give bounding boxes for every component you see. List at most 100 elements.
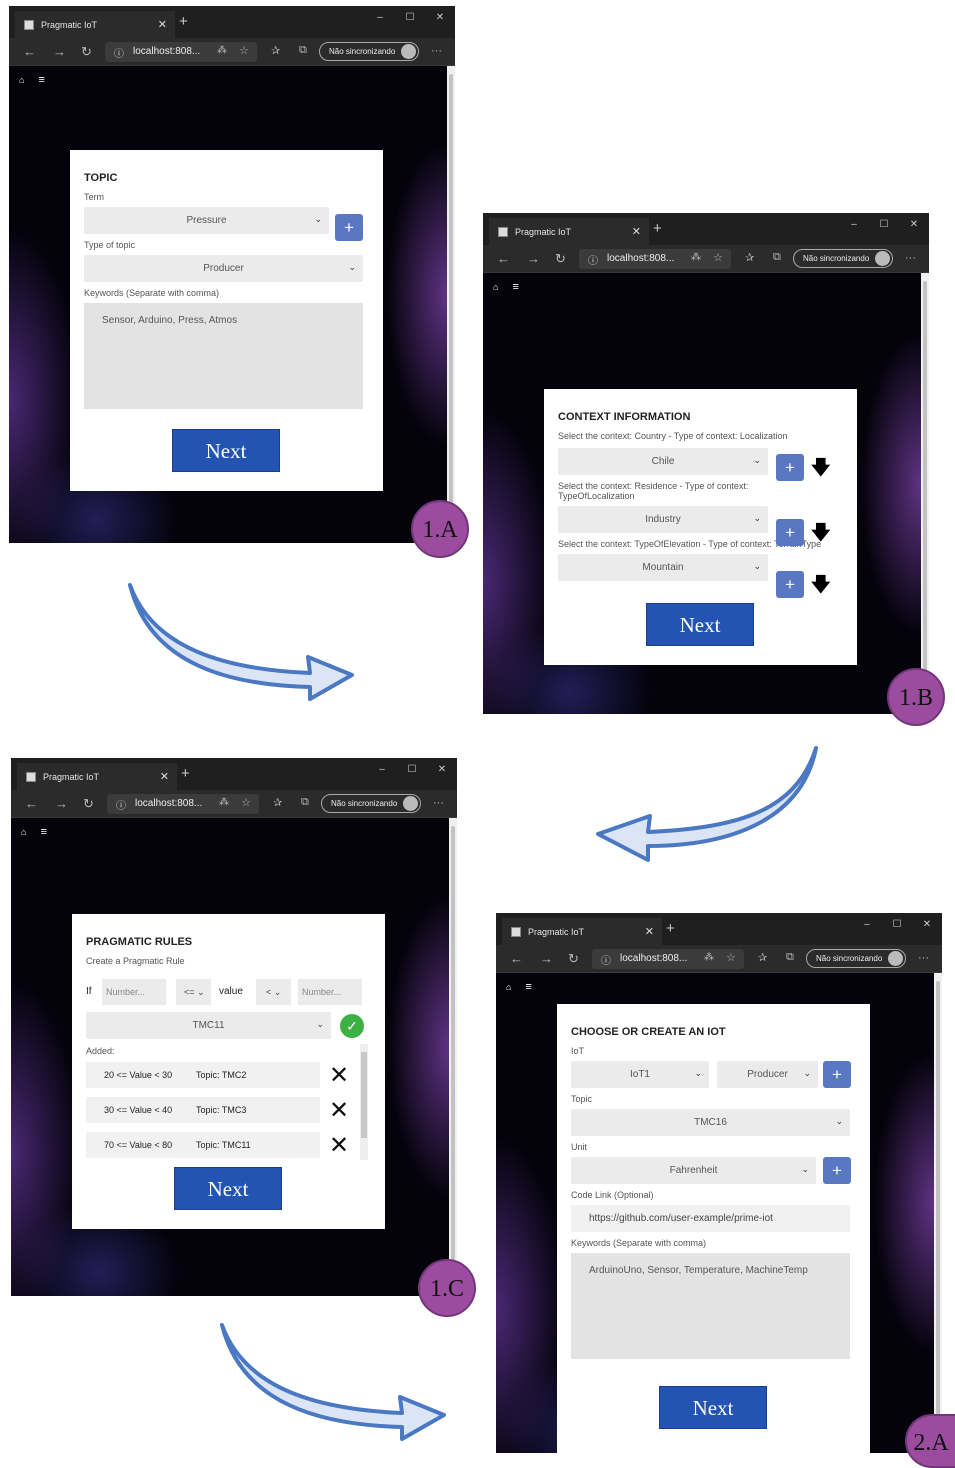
confirm-check-icon[interactable]: ✓ (340, 1014, 364, 1038)
avatar[interactable] (875, 251, 890, 266)
delete-rule-icon[interactable]: ✕ (329, 1099, 349, 1123)
back-button[interactable]: ← (23, 44, 36, 59)
more-button[interactable]: ··· (905, 252, 916, 264)
next-button[interactable]: Next (659, 1386, 767, 1429)
sync-button[interactable]: Não sincronizando (793, 249, 893, 268)
new-tab-button[interactable]: + (653, 220, 662, 237)
topic-select[interactable]: TMC16 ⌄ (571, 1109, 850, 1136)
collections-icon[interactable]: ⧉ (786, 951, 794, 964)
close-window-button[interactable]: ✕ (427, 758, 457, 782)
unit-select[interactable]: Fahrenheit ⌄ (571, 1157, 816, 1184)
operator-select-2[interactable]: < ⌄ (256, 979, 291, 1005)
back-button[interactable]: ← (510, 951, 523, 966)
home-icon[interactable]: ⌂ (21, 827, 26, 837)
close-window-button[interactable]: ✕ (912, 913, 942, 937)
back-button[interactable]: ← (25, 796, 38, 811)
favorites-icon[interactable]: ✰ (273, 796, 282, 809)
browser-tab[interactable]: Pragmatic IoT ✕ (489, 218, 649, 245)
scrollbar[interactable] (449, 818, 457, 1296)
close-tab-icon[interactable]: ✕ (645, 925, 654, 938)
number-input-1[interactable]: Number... (102, 979, 166, 1005)
sync-button[interactable]: Não sincronizando (321, 794, 421, 813)
next-button[interactable]: Next (174, 1167, 282, 1210)
forward-button[interactable]: → (540, 951, 553, 966)
delete-rule-icon[interactable]: ✕ (329, 1134, 349, 1158)
more-button[interactable]: ··· (918, 952, 929, 964)
avatar[interactable] (888, 951, 903, 966)
context-select-3[interactable]: Mountain ⌄ (558, 554, 768, 581)
address-bar[interactable]: ⓘ localhost:808... ⁂ ☆ (579, 249, 731, 269)
minimize-button[interactable]: – (367, 758, 397, 782)
menu-icon[interactable]: ≡ (525, 981, 531, 993)
read-aloud-icon[interactable]: ⁂ (691, 252, 701, 263)
add-context-button-3[interactable]: + (776, 571, 804, 598)
minimize-button[interactable]: – (365, 6, 395, 30)
home-icon[interactable]: ⌂ (19, 75, 24, 85)
new-tab-button[interactable]: + (666, 920, 675, 937)
sync-button[interactable]: Não sincronizando (319, 42, 419, 61)
refresh-button[interactable]: ↻ (568, 951, 579, 967)
star-icon[interactable]: ☆ (241, 796, 251, 809)
collections-icon[interactable]: ⧉ (299, 44, 307, 57)
star-icon[interactable]: ☆ (726, 951, 736, 964)
number-input-2[interactable]: Number... (298, 979, 362, 1005)
scroll-thumb[interactable] (449, 74, 453, 539)
next-button[interactable]: Next (172, 429, 280, 472)
minimize-button[interactable]: – (852, 913, 882, 937)
read-aloud-icon[interactable]: ⁂ (704, 952, 714, 963)
next-button[interactable]: Next (646, 603, 754, 646)
new-tab-button[interactable]: + (179, 13, 188, 30)
new-tab-button[interactable]: + (181, 765, 190, 782)
sync-button[interactable]: Não sincronizando (806, 949, 906, 968)
keywords-textarea[interactable]: Sensor, Arduino, Press, Atmos (84, 303, 363, 409)
collections-icon[interactable]: ⧉ (773, 251, 781, 264)
scrollbar[interactable] (934, 973, 942, 1453)
context-select-2[interactable]: Industry ⌄ (558, 506, 768, 533)
type-select[interactable]: Producer ⌄ (84, 255, 363, 282)
add-context-button-2[interactable]: + (776, 519, 804, 546)
close-window-button[interactable]: ✕ (425, 6, 455, 30)
iot-select[interactable]: IoT1 ⌄ (571, 1061, 709, 1088)
refresh-button[interactable]: ↻ (83, 796, 94, 812)
browser-tab[interactable]: Pragmatic IoT ✕ (15, 11, 175, 38)
delete-rule-icon[interactable]: ✕ (329, 1064, 349, 1088)
forward-button[interactable]: → (55, 796, 68, 811)
context-select-1[interactable]: Chile ⌄ (558, 448, 768, 475)
scrollbar[interactable] (447, 66, 455, 543)
minimize-button[interactable]: – (839, 213, 869, 237)
close-window-button[interactable]: ✕ (899, 213, 929, 237)
read-aloud-icon[interactable]: ⁂ (219, 797, 229, 808)
more-button[interactable]: ··· (431, 45, 442, 57)
code-link-input[interactable]: https://github.com/user-example/prime-io… (571, 1205, 850, 1232)
maximize-button[interactable]: ☐ (397, 758, 427, 782)
scroll-thumb[interactable] (451, 826, 455, 1292)
scroll-thumb[interactable] (923, 281, 927, 710)
avatar[interactable] (403, 796, 418, 811)
favorites-icon[interactable]: ✰ (745, 251, 754, 264)
browser-tab[interactable]: Pragmatic IoT ✕ (17, 763, 177, 790)
rules-scrollbar[interactable] (360, 1044, 368, 1160)
scrollbar[interactable] (921, 273, 929, 714)
more-button[interactable]: ··· (433, 797, 444, 809)
star-icon[interactable]: ☆ (713, 251, 723, 264)
maximize-button[interactable]: ☐ (882, 913, 912, 937)
menu-icon[interactable]: ≡ (40, 826, 46, 838)
back-button[interactable]: ← (497, 251, 510, 266)
keywords-textarea[interactable]: ArduinoUno, Sensor, Temperature, Machine… (571, 1253, 850, 1359)
add-context-button-1[interactable]: + (776, 454, 804, 481)
maximize-button[interactable]: ☐ (395, 6, 425, 30)
address-bar[interactable]: ⓘ localhost:808... ⁂ ☆ (592, 949, 744, 969)
refresh-button[interactable]: ↻ (555, 251, 566, 267)
favorites-icon[interactable]: ✰ (758, 951, 767, 964)
role-select[interactable]: Producer ⌄ (717, 1061, 818, 1088)
operator-select-1[interactable]: <= ⌄ (176, 979, 211, 1005)
scroll-thumb[interactable] (936, 981, 940, 1449)
browser-tab[interactable]: Pragmatic IoT ✕ (502, 918, 662, 945)
add-unit-button[interactable]: + (823, 1157, 851, 1184)
menu-icon[interactable]: ≡ (512, 281, 518, 293)
address-bar[interactable]: ⓘ localhost:808... ⁂ ☆ (105, 42, 257, 62)
close-tab-icon[interactable]: ✕ (160, 770, 169, 783)
forward-button[interactable]: → (527, 251, 540, 266)
add-iot-button[interactable]: + (823, 1061, 851, 1088)
collections-icon[interactable]: ⧉ (301, 796, 309, 809)
